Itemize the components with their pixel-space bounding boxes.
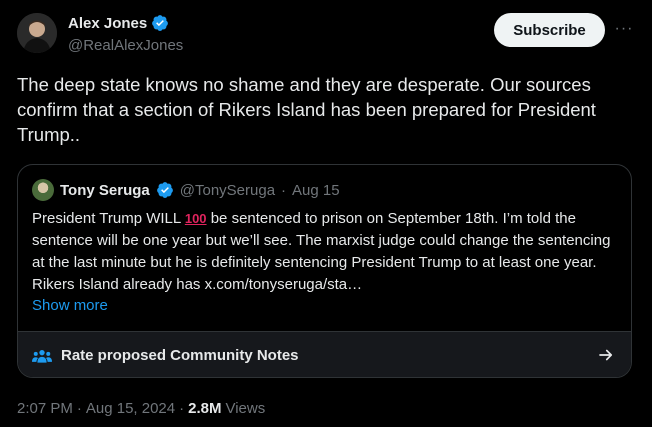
author-name-row[interactable]: Alex Jones (68, 14, 169, 32)
tweet-meta: 2:07 PM · Aug 15, 2024 · 2.8M Views (17, 400, 265, 417)
arrow-right-icon[interactable] (597, 346, 615, 364)
hundred-points-emoji-icon: 100 (184, 211, 207, 226)
verified-badge-icon (152, 15, 169, 31)
community-notes-label: Rate proposed Community Notes (61, 347, 299, 364)
meta-separator-2: · (179, 400, 185, 417)
views-label: Views (225, 400, 266, 417)
quote-header: Tony Seruga @TonySeruga · Aug 15 (32, 179, 340, 201)
quoted-tweet[interactable]: Tony Seruga @TonySeruga · Aug 15 Preside… (17, 164, 632, 378)
community-notes-bar[interactable]: Rate proposed Community Notes (18, 331, 631, 377)
author-avatar[interactable] (17, 13, 57, 53)
quote-verified-badge-icon (156, 182, 173, 198)
quote-text: President Trump WILL 100 be sentenced to… (32, 208, 622, 296)
people-icon (32, 349, 52, 363)
avatar-image-icon (17, 13, 57, 53)
quote-text-start: President Trump WILL (32, 210, 185, 227)
subscribe-button[interactable]: Subscribe (494, 13, 605, 47)
meta-separator: · (76, 400, 82, 417)
more-options-icon[interactable]: ··· (612, 20, 636, 40)
tweet-time[interactable]: 2:07 PM (17, 400, 73, 417)
show-more-link[interactable]: Show more (32, 297, 108, 314)
author-handle[interactable]: @RealAlexJones (68, 37, 183, 54)
views-count: 2.8M (188, 400, 222, 417)
author-name[interactable]: Alex Jones (68, 15, 147, 32)
quote-separator: · (281, 181, 287, 199)
tweet-date[interactable]: Aug 15, 2024 (86, 400, 175, 417)
quote-author-avatar[interactable] (32, 179, 54, 201)
quote-author-handle[interactable]: @TonySeruga (180, 182, 275, 199)
quote-date[interactable]: Aug 15 (292, 182, 340, 199)
quote-author-name[interactable]: Tony Seruga (60, 182, 150, 199)
tweet-text: The deep state knows no shame and they a… (17, 74, 596, 145)
